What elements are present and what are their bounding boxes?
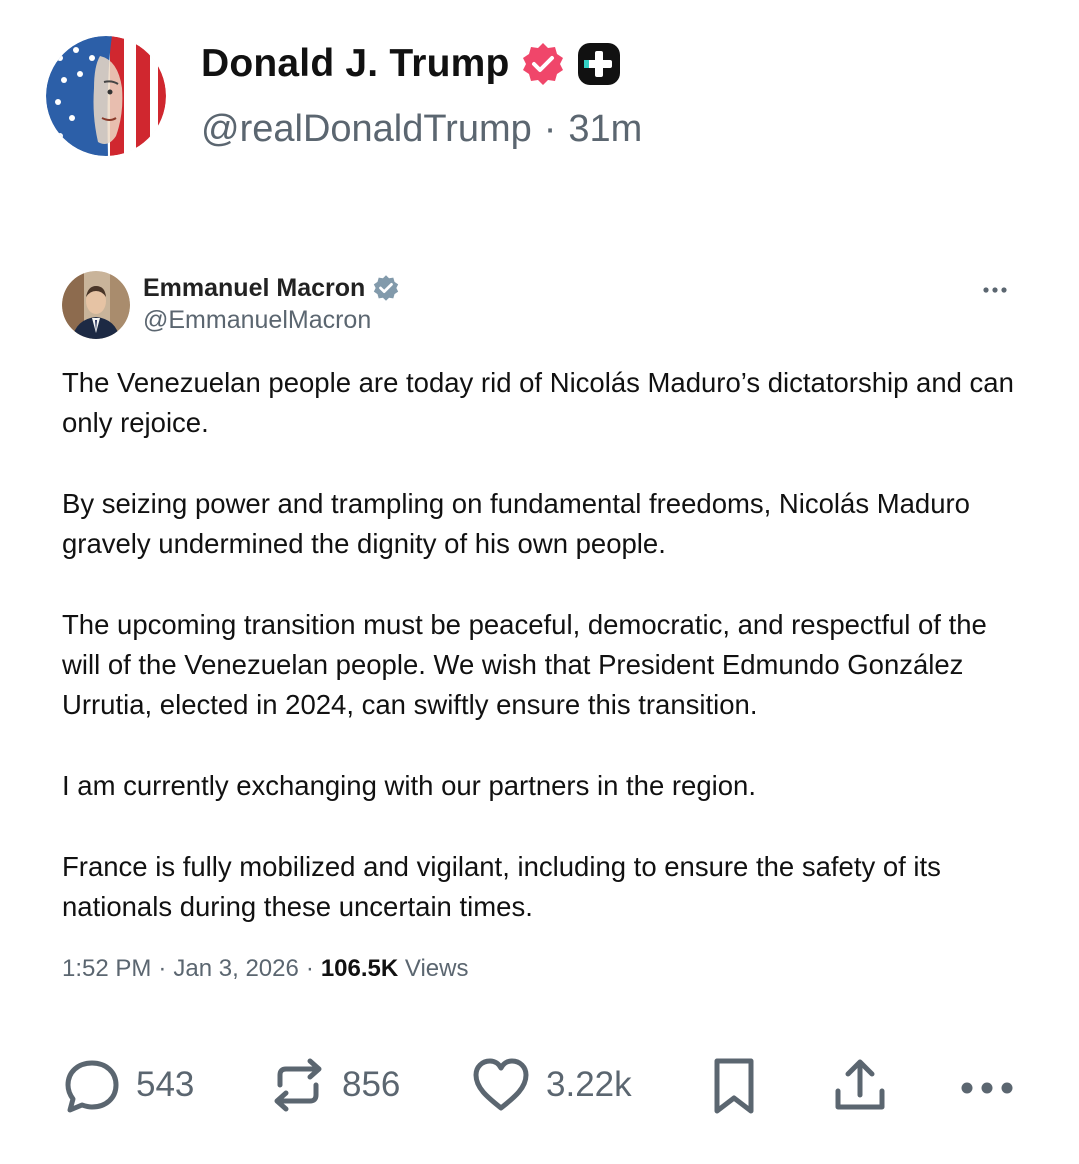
author-name-row: Donald J. Trump <box>201 36 622 92</box>
quoted-post-paragraph: By seizing power and trampling on fundam… <box>62 487 970 560</box>
repost-button[interactable]: 856 <box>268 1050 400 1120</box>
separator: · <box>305 955 314 982</box>
quoted-post-paragraph: The Venezuelan people are today rid of N… <box>62 367 1014 439</box>
verified-badge-icon <box>372 274 400 302</box>
post-time[interactable]: 31m <box>568 108 642 150</box>
repost-count: 856 <box>342 1065 401 1104</box>
quoted-author-avatar[interactable] <box>62 271 130 339</box>
author-name[interactable]: Donald J. Trump <box>201 42 510 86</box>
separator: · <box>543 108 557 150</box>
quoted-post-paragraph: The upcoming transition must be peaceful… <box>62 608 987 721</box>
reply-button[interactable]: 543 <box>62 1050 194 1120</box>
plus-badge-icon <box>576 41 622 87</box>
more-options-icon <box>961 1082 1013 1094</box>
quoted-author-name-row: Emmanuel Macron <box>143 272 400 304</box>
like-button[interactable]: 3.22k <box>470 1050 632 1120</box>
share-icon <box>835 1059 885 1110</box>
quoted-post-meta: 1:52 PM · Jan 3, 2026 · 106.5K Views <box>62 955 468 983</box>
quoted-author-handle[interactable]: @EmmanuelMacron <box>143 306 371 335</box>
quoted-author-avatar-image <box>62 271 130 339</box>
reply-count: 543 <box>136 1065 195 1104</box>
bookmark-icon <box>714 1058 754 1114</box>
repost-icon <box>274 1058 322 1112</box>
quoted-post-paragraph: France is fully mobilized and vigilant, … <box>62 850 941 922</box>
author-handle-row: @realDonaldTrump · 31m <box>201 108 642 151</box>
views-label: Views <box>404 955 469 982</box>
action-bar: 543 856 3.22k <box>0 1050 1079 1120</box>
reply-icon <box>65 1060 119 1113</box>
author-avatar[interactable] <box>46 36 166 156</box>
like-count: 3.22k <box>546 1065 632 1104</box>
more-button[interactable] <box>956 1050 1018 1120</box>
author-handle[interactable]: @realDonaldTrump <box>201 108 532 150</box>
author-avatar-image <box>46 36 166 156</box>
heart-icon <box>473 1058 529 1111</box>
quoted-post-body: The Venezuelan people are today rid of N… <box>62 363 1022 927</box>
share-button[interactable] <box>830 1050 890 1120</box>
verified-badge-icon <box>520 41 566 87</box>
views-count: 106.5K <box>320 955 399 982</box>
more-options-icon[interactable] <box>978 276 1012 300</box>
quoted-post-paragraph: I am currently exchanging with our partn… <box>62 769 756 801</box>
bookmark-button[interactable] <box>708 1050 760 1120</box>
quoted-author-name[interactable]: Emmanuel Macron <box>143 274 365 303</box>
quoted-post-time[interactable]: 1:52 PM <box>62 955 151 982</box>
quoted-post-date[interactable]: Jan 3, 2026 <box>173 955 298 982</box>
separator: · <box>158 955 167 982</box>
